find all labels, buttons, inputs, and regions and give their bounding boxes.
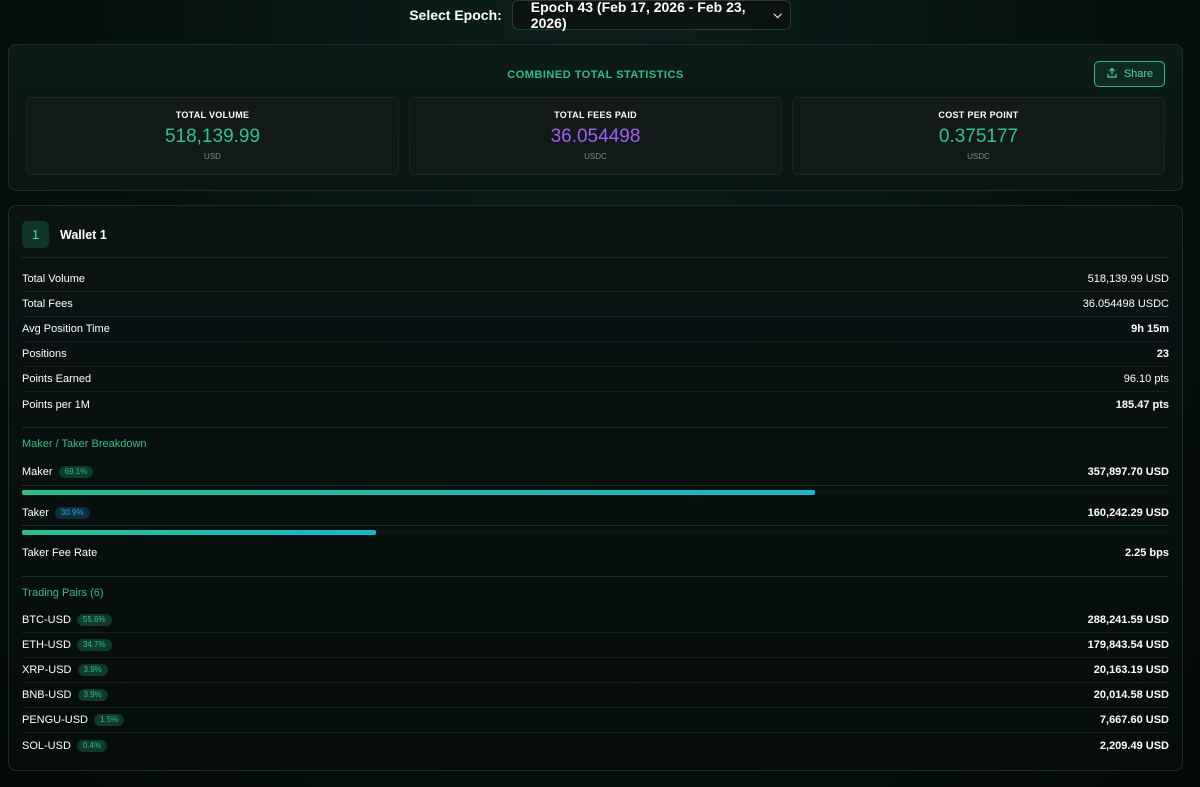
stat-label: Total Fees: [22, 298, 73, 310]
share-icon: [1106, 67, 1118, 82]
stat-value: 9h 15m: [1131, 323, 1169, 335]
list-item: BTC-USD 55.6% 288,241.59 USD: [22, 608, 1169, 633]
pair-value: 288,241.59 USD: [1087, 614, 1169, 626]
total-volume-card: TOTAL VOLUME 518,139.99 USD: [26, 97, 399, 175]
stat-value: 96.10 pts: [1123, 373, 1169, 385]
pair-pct-badge: 3.9%: [77, 689, 108, 701]
list-item: PENGU-USD 1.5% 7,667.60 USD: [22, 708, 1169, 733]
maker-pct-badge: 69.1%: [58, 465, 94, 478]
chevron-down-icon: ⌵: [773, 8, 782, 21]
wallet-name: Wallet 1: [60, 227, 107, 242]
epoch-select-value: Epoch 43 (Feb 17, 2026 - Feb 23, 2026): [530, 0, 746, 31]
trading-pairs-title: Trading Pairs (6): [22, 587, 104, 599]
pair-value: 20,163.19 USD: [1093, 664, 1169, 676]
stat-label: Points Earned: [22, 373, 92, 385]
maker-row: Maker 69.1% 357,897.70 USD: [22, 459, 1169, 484]
wallet-number-badge: 1: [22, 221, 49, 248]
pair-name: PENGU-USD: [22, 714, 89, 726]
card-label: TOTAL VOLUME: [175, 110, 250, 120]
card-unit: USD: [204, 152, 221, 161]
share-button-label: Share: [1123, 68, 1154, 80]
maker-bar-fill: [22, 490, 815, 495]
share-button[interactable]: Share: [1094, 61, 1165, 87]
taker-pct-badge: 30.9%: [54, 506, 90, 519]
combined-stats-title: COMBINED TOTAL STATISTICS: [507, 69, 684, 81]
stat-row-avg-position-time: Avg Position Time 9h 15m: [22, 317, 1169, 342]
stat-row-points-earned: Points Earned 96.10 pts: [22, 367, 1169, 392]
list-item: BNB-USD 3.9% 20,014.58 USD: [22, 683, 1169, 708]
divider: [22, 257, 1169, 258]
pair-value: 2,209.49 USD: [1099, 739, 1169, 752]
maker-label: Maker: [22, 465, 53, 478]
pair-pct-badge: 55.6%: [76, 614, 112, 626]
total-fees-card: TOTAL FEES PAID 36.054498 USDC: [409, 97, 782, 175]
stat-label: Avg Position Time: [22, 323, 110, 335]
divider: [22, 427, 1169, 428]
epoch-select[interactable]: Epoch 43 (Feb 17, 2026 - Feb 23, 2026) ⌵: [511, 0, 791, 31]
pair-pct-badge: 1.5%: [94, 714, 125, 726]
pair-value: 179,843.54 USD: [1087, 639, 1169, 651]
stat-row-total-volume: Total Volume 518,139.99 USD: [22, 267, 1169, 292]
epoch-selector-bar: Select Epoch: Epoch 43 (Feb 17, 2026 - F…: [0, 0, 1200, 31]
card-label: TOTAL FEES PAID: [554, 110, 637, 120]
list-item: SOL-USD 0.4% 2,209.49 USD: [22, 733, 1169, 758]
pair-name: BTC-USD: [22, 614, 71, 626]
pair-value: 7,667.60 USD: [1099, 714, 1169, 726]
taker-fee-rate-row: Taker Fee Rate 2.25 bps: [22, 540, 1169, 565]
card-value: 518,139.99: [164, 126, 261, 147]
stat-label: Positions: [22, 348, 67, 360]
pair-pct-badge: 3.9%: [77, 664, 108, 676]
taker-value: 160,242.29 USD: [1087, 506, 1169, 519]
maker-value: 357,897.70 USD: [1087, 465, 1169, 478]
stat-row-positions: Positions 23: [22, 342, 1169, 367]
combined-stats-panel: COMBINED TOTAL STATISTICS Share TOTAL VO…: [8, 44, 1183, 191]
pair-name: ETH-USD: [22, 639, 71, 651]
stat-row-points-per-1m: Points per 1M 185.47 pts: [22, 392, 1169, 417]
pair-name: XRP-USD: [22, 664, 72, 676]
divider: [22, 485, 1169, 486]
epoch-label: Select Epoch:: [409, 7, 502, 23]
stat-value: 518,139.99 USD: [1087, 273, 1169, 285]
stat-value: 23: [1156, 348, 1169, 360]
stat-label: Total Volume: [22, 273, 85, 285]
card-value: 0.375177: [938, 126, 1019, 147]
maker-bar-track: [22, 490, 1169, 495]
wallet-header: 1 Wallet 1: [22, 221, 107, 248]
stat-row-total-fees: Total Fees 36.054498 USDC: [22, 292, 1169, 317]
list-item: ETH-USD 34.7% 179,843.54 USD: [22, 633, 1169, 658]
card-label: COST PER POINT: [938, 110, 1019, 120]
taker-row: Taker 30.9% 160,242.29 USD: [22, 500, 1169, 525]
wallet-panel: 1 Wallet 1 Total Volume 518,139.99 USD T…: [8, 205, 1183, 771]
list-item: XRP-USD 3.9% 20,163.19 USD: [22, 658, 1169, 683]
taker-bar-track: [22, 530, 1169, 535]
pair-pct-badge: 0.4%: [76, 739, 108, 752]
card-unit: USDC: [584, 152, 607, 161]
card-value: 36.054498: [550, 126, 641, 147]
pair-name: BNB-USD: [22, 689, 72, 701]
pair-pct-badge: 34.7%: [76, 639, 112, 651]
maker-taker-title: Maker / Taker Breakdown: [22, 438, 147, 450]
taker-label: Taker: [22, 506, 49, 519]
stat-value: 36.054498 USDC: [1082, 298, 1169, 310]
card-unit: USDC: [967, 152, 990, 161]
stat-label: Points per 1M: [22, 398, 90, 411]
divider: [22, 576, 1169, 577]
pair-name: SOL-USD: [22, 739, 71, 752]
pair-value: 20,014.58 USD: [1093, 689, 1169, 701]
fee-rate-label: Taker Fee Rate: [22, 546, 98, 559]
cost-per-point-card: COST PER POINT 0.375177 USDC: [792, 97, 1165, 175]
fee-rate-value: 2.25 bps: [1124, 546, 1169, 559]
stat-value: 185.47 pts: [1115, 398, 1169, 411]
taker-bar-fill: [22, 530, 377, 535]
divider: [22, 525, 1169, 526]
